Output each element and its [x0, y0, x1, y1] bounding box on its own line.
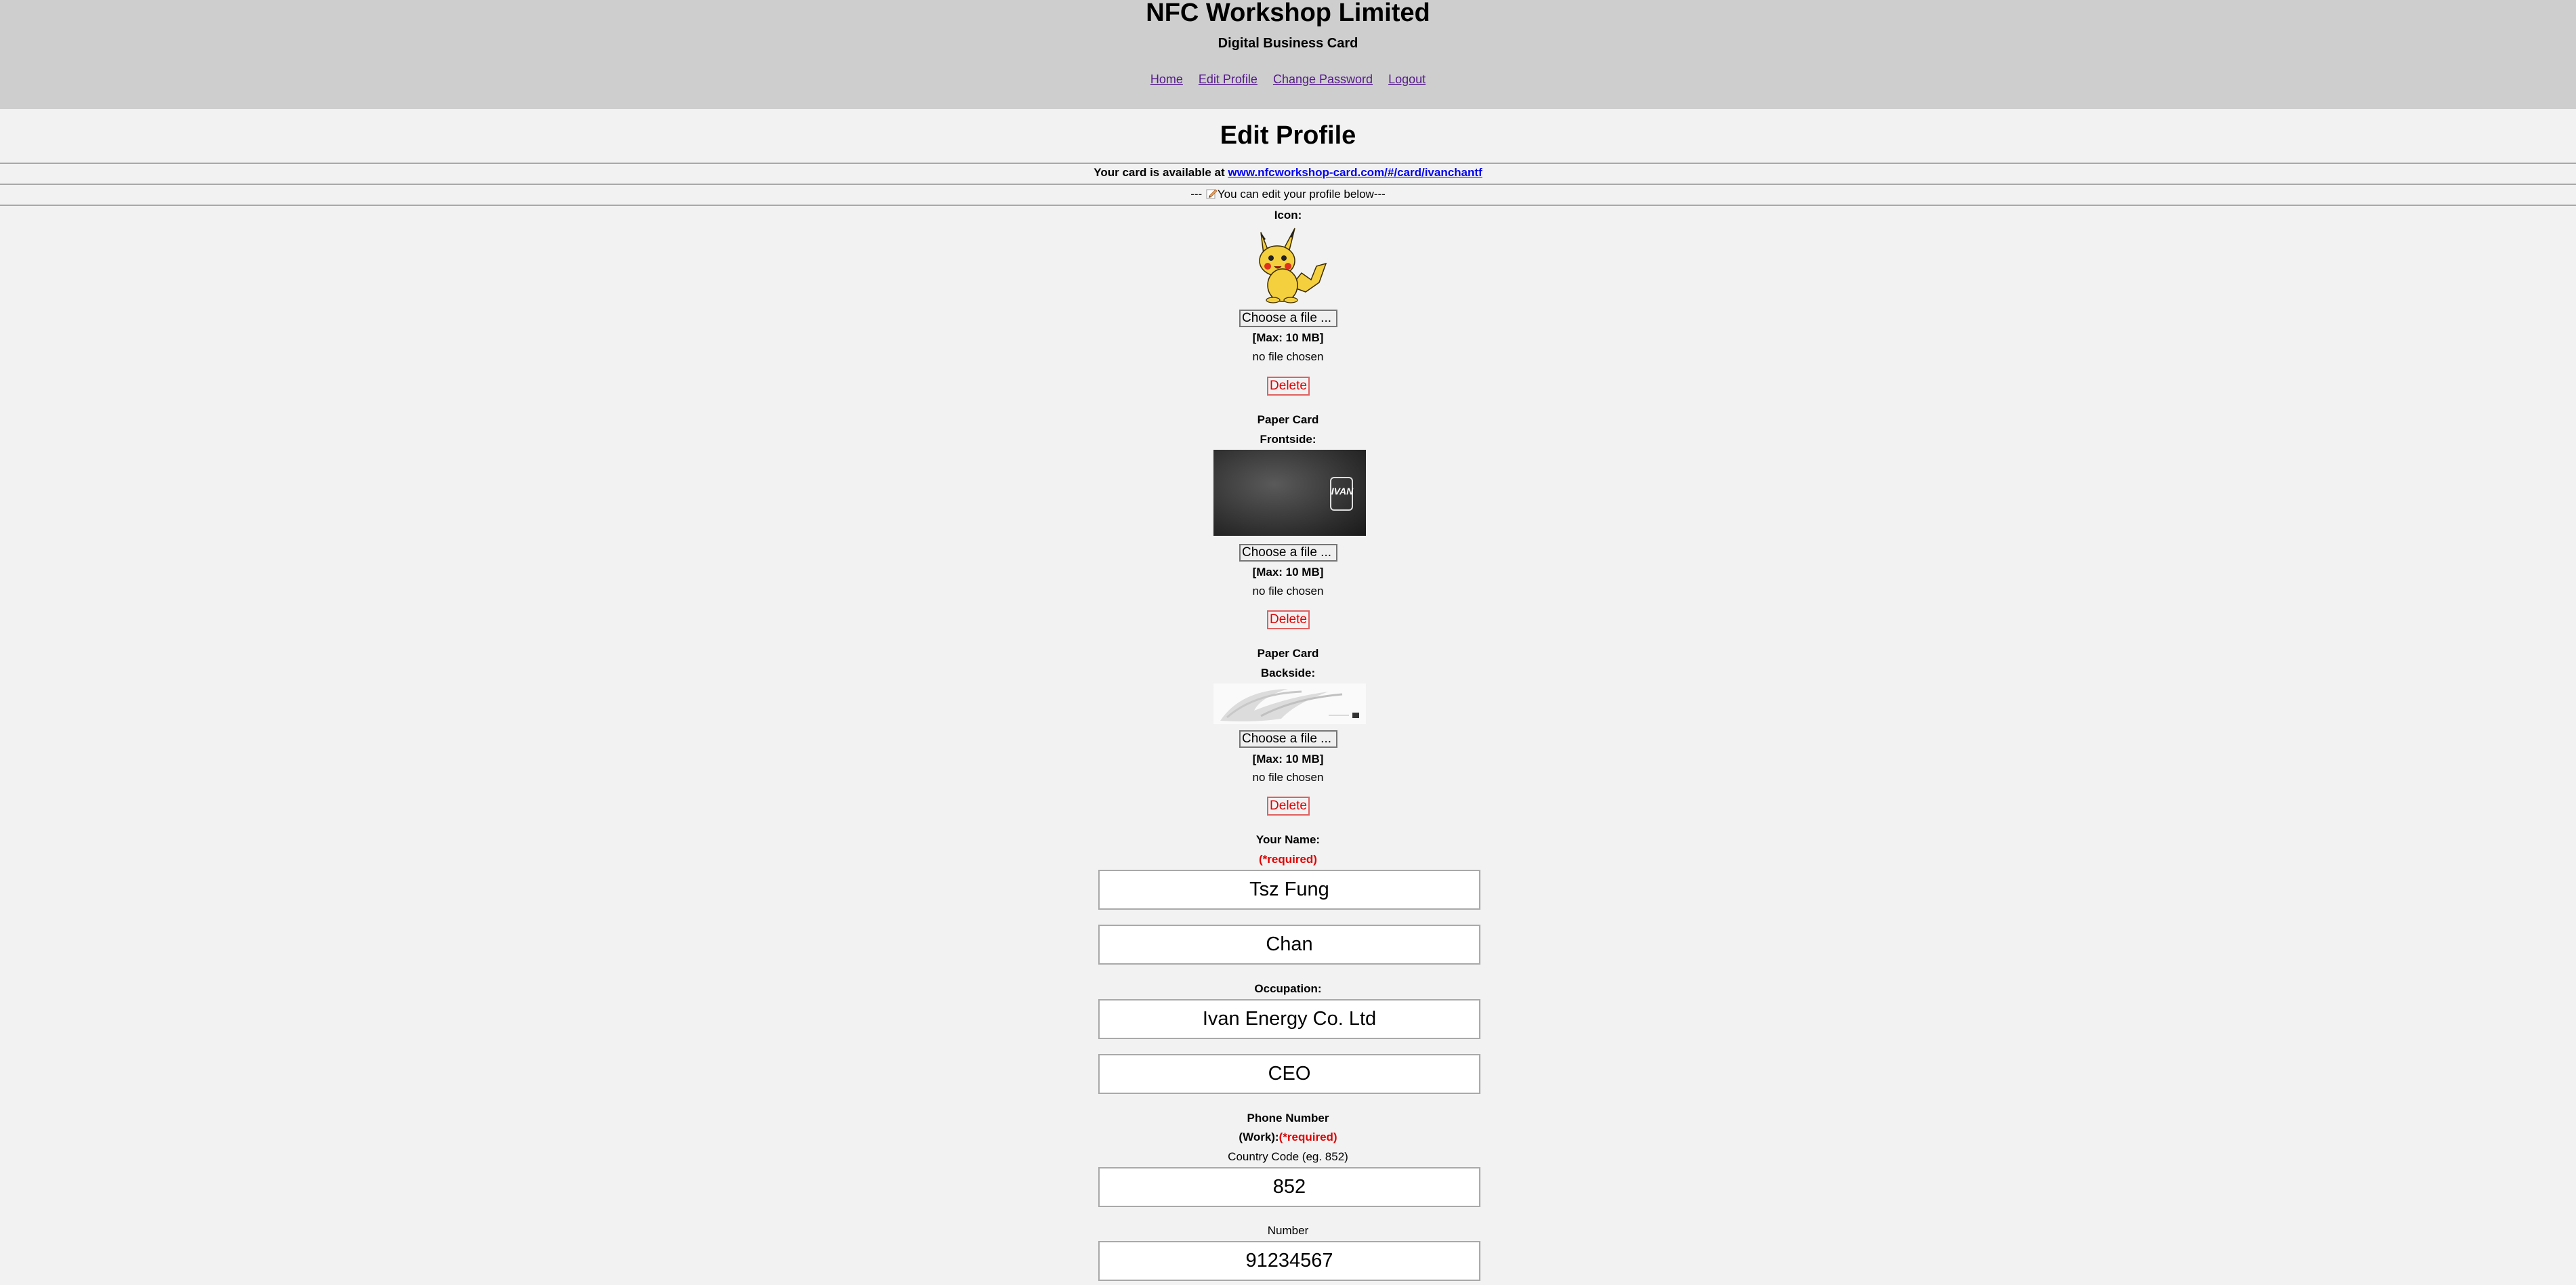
front-max-size: [Max: 10 MB] [1252, 566, 1324, 578]
occupation-label: Occupation: [1254, 982, 1322, 995]
back-choose-file-button[interactable]: Choose a file ... [1239, 730, 1337, 748]
last-name-input[interactable] [1098, 925, 1480, 965]
back-label-1: Paper Card [1257, 647, 1319, 660]
back-delete-button[interactable]: Delete [1267, 797, 1310, 816]
front-label-2: Frontside: [1260, 433, 1316, 446]
edit-notice-text: You can edit your profile below--- [1217, 188, 1386, 201]
edit-notice: --- You can edit your profile below--- [0, 187, 2576, 202]
icon-preview [1249, 226, 1328, 303]
phone-work-label: (Work):(*required) [0, 1130, 2576, 1145]
icon-max-size: [Max: 10 MB] [1252, 331, 1324, 344]
icon-label: Icon: [1274, 209, 1302, 222]
card-availability: Your card is available at www.nfcworksho… [0, 165, 2576, 180]
card-url-link[interactable]: www.nfcworkshop-card.com/#/card/ivanchan… [1228, 166, 1482, 179]
divider [0, 184, 2576, 185]
site-title: NFC Workshop Limited [1146, 0, 1430, 27]
company-input[interactable] [1098, 999, 1480, 1039]
back-file-status: no file chosen [1252, 771, 1324, 784]
country-code-input[interactable] [1098, 1167, 1480, 1207]
number-label: Number [1267, 1224, 1309, 1237]
back-card-preview [1213, 683, 1366, 724]
site-header: NFC Workshop Limited Digital Business Ca… [0, 0, 2576, 109]
icon-file-status: no file chosen [1252, 350, 1324, 363]
country-code-label: Country Code (eg. 852) [1228, 1150, 1348, 1163]
name-label: Your Name: [1255, 833, 1321, 846]
first-name-input[interactable] [1098, 870, 1480, 910]
front-card-logo-text: IVAN [1331, 486, 1354, 497]
back-card-image [1220, 689, 1359, 721]
icon-choose-file-button[interactable]: Choose a file ... [1239, 310, 1337, 327]
icon-preview-image [1259, 228, 1327, 303]
phone-required: (*required) [1279, 1131, 1337, 1143]
page-title: Edit Profile [1220, 121, 1356, 150]
nav-bar: Home Edit Profile Change Password Logout [0, 72, 2576, 87]
phone-number-input[interactable] [1098, 1241, 1480, 1281]
nav-logout-link[interactable]: Logout [1388, 72, 1426, 86]
back-max-size: [Max: 10 MB] [1252, 753, 1324, 765]
front-delete-button[interactable]: Delete [1267, 610, 1310, 629]
front-choose-file-button[interactable]: Choose a file ... [1239, 544, 1337, 562]
name-required: (*required) [1259, 853, 1317, 866]
back-label-2: Backside: [1260, 667, 1316, 679]
icon-delete-button[interactable]: Delete [1267, 377, 1310, 396]
divider [0, 163, 2576, 164]
pencil-icon [1206, 189, 1218, 199]
front-label-1: Paper Card [1257, 413, 1319, 426]
divider [0, 205, 2576, 206]
nav-change-password-link[interactable]: Change Password [1273, 72, 1373, 86]
job-title-input[interactable] [1098, 1054, 1480, 1094]
card-availability-text: Your card is available at [1094, 166, 1228, 179]
phone-work-text: (Work): [1239, 1131, 1279, 1143]
front-card-preview: IVAN [1213, 450, 1366, 536]
nav-home-link[interactable]: Home [1150, 72, 1183, 86]
edit-notice-dashes: --- [1190, 188, 1205, 201]
front-file-status: no file chosen [1252, 585, 1324, 597]
site-subtitle: Digital Business Card [1218, 36, 1358, 51]
phone-label: Phone Number [1247, 1112, 1329, 1124]
nav-edit-profile-link[interactable]: Edit Profile [1199, 72, 1258, 86]
